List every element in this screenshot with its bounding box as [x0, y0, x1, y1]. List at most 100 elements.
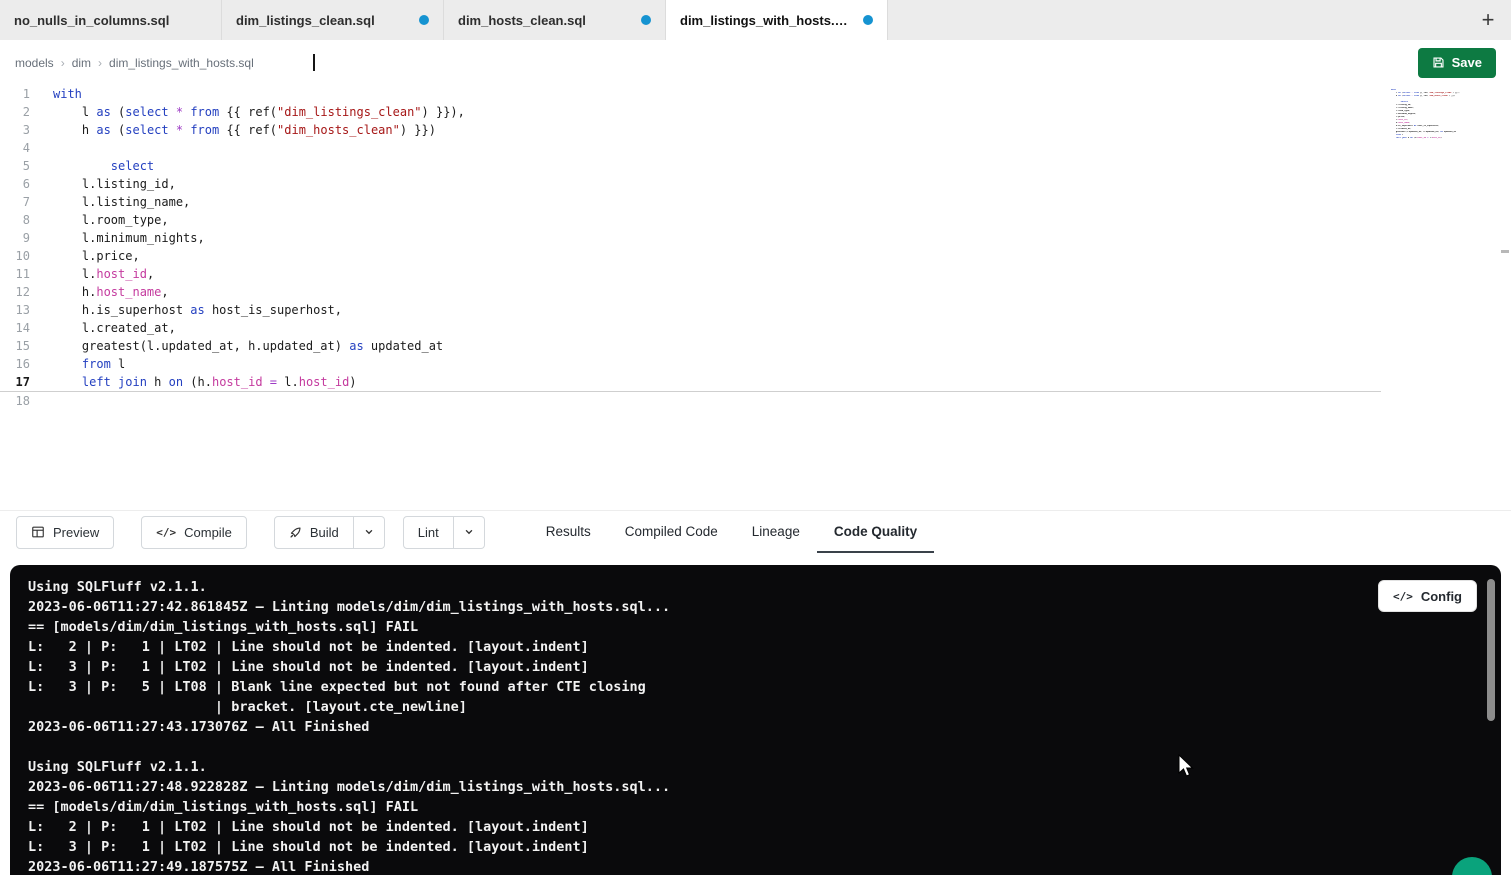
code-text: [30, 139, 53, 157]
code-line-5[interactable]: 5 select: [0, 157, 1511, 175]
terminal-output: Using SQLFluff v2.1.1.2023-06-06T11:27:4…: [10, 565, 1501, 875]
dbt-ide-window: no_nulls_in_columns.sql dim_listings_clea…: [0, 0, 1511, 875]
code-line-4[interactable]: 4: [0, 139, 1511, 157]
breadcrumb-segment[interactable]: dim_listings_with_hosts.sql: [109, 56, 254, 70]
compile-label: Compile: [184, 525, 232, 540]
build-dropdown-button[interactable]: [354, 516, 385, 549]
terminal-line: 2023-06-06T11:27:48.922828Z — Linting mo…: [28, 777, 1371, 797]
code-text: l.created_at,: [30, 319, 176, 337]
terminal-line: L: 2 | P: 1 | LT02 | Line should not be …: [28, 817, 1371, 837]
tab-label: dim_hosts_clean.sql: [458, 13, 586, 28]
tab-compiled-code[interactable]: Compiled Code: [608, 511, 735, 553]
code-line-10[interactable]: 10 l.price,: [0, 247, 1511, 265]
preview-label: Preview: [53, 525, 99, 540]
compile-button[interactable]: </> Compile: [141, 516, 247, 549]
code-text: from l: [30, 355, 125, 373]
unsaved-changes-icon: [641, 15, 651, 25]
line-number: 5: [0, 157, 30, 175]
code-line-12[interactable]: 12 h.host_name,: [0, 283, 1511, 301]
line-number: 3: [0, 121, 30, 139]
code-text: h.is_superhost as host_is_superhost,: [30, 301, 342, 319]
terminal-line: Using SQLFluff v2.1.1.: [28, 577, 1371, 597]
code-text: h as (select * from {{ ref("dim_hosts_cl…: [30, 121, 436, 139]
code-line-18[interactable]: 18: [0, 392, 1511, 410]
preview-button[interactable]: Preview: [16, 516, 114, 549]
terminal-line: Using SQLFluff v2.1.1.: [28, 757, 1371, 777]
editor-tabs: no_nulls_in_columns.sql dim_listings_clea…: [0, 0, 1465, 40]
breadcrumb-separator: ›: [98, 56, 102, 70]
code-text: l.room_type,: [30, 211, 169, 229]
code-line-15[interactable]: 15 greatest(l.updated_at, h.updated_at) …: [0, 337, 1511, 355]
tab-dim_listings_with_hosts.sql[interactable]: dim_listings_with_hosts.sql: [666, 0, 888, 40]
code-text: select: [30, 157, 154, 175]
code-line-13[interactable]: 13 h.is_superhost as host_is_superhost,: [0, 301, 1511, 319]
terminal-scrollbar-thumb[interactable]: [1487, 579, 1495, 721]
code-text: l.price,: [30, 247, 140, 265]
code-text: l.host_id,: [30, 265, 154, 283]
tab-results[interactable]: Results: [529, 511, 608, 553]
plus-icon: +: [1482, 7, 1495, 33]
file-header: models › dim › dim_listings_with_hosts.sql S…: [0, 40, 1511, 85]
code-line-1[interactable]: 1with: [0, 85, 1511, 103]
code-text: [30, 392, 53, 410]
tab-code-quality[interactable]: Code Quality: [817, 511, 934, 553]
code-line-6[interactable]: 6 l.listing_id,: [0, 175, 1511, 193]
line-number: 2: [0, 103, 30, 121]
line-number: 13: [0, 301, 30, 319]
terminal-line: == [models/dim/dim_listings_with_hosts.s…: [28, 617, 1371, 637]
code-line-11[interactable]: 11 l.host_id,: [0, 265, 1511, 283]
code-text: h.host_name,: [30, 283, 169, 301]
save-icon: [1432, 56, 1445, 69]
new-tab-button[interactable]: +: [1465, 0, 1511, 40]
terminal-line: | bracket. [layout.cte_newline]: [28, 697, 1371, 717]
tab-no_nulls_in_columns.sql[interactable]: no_nulls_in_columns.sql: [0, 0, 222, 40]
tab-label: no_nulls_in_columns.sql: [14, 13, 169, 28]
code-line-7[interactable]: 7 l.listing_name,: [0, 193, 1511, 211]
code-line-16[interactable]: 16 from l: [0, 355, 1511, 373]
code-text: l.listing_id,: [30, 175, 176, 193]
terminal-line: L: 2 | P: 1 | LT02 | Line should not be …: [28, 637, 1371, 657]
terminal-line: 2023-06-06T11:27:49.187575Z — All Finish…: [28, 857, 1371, 875]
code-line-17[interactable]: 17 left join h on (h.host_id = l.host_id…: [0, 373, 1381, 392]
config-button[interactable]: </> Config: [1378, 580, 1477, 612]
terminal-line: == [models/dim/dim_listings_with_hosts.s…: [28, 797, 1371, 817]
lint-button[interactable]: Lint: [403, 516, 454, 549]
minimap-line: h as (select * from {{ ref("dim_hosts_cl…: [1391, 95, 1463, 98]
chevron-down-icon: [464, 527, 474, 537]
code-text: left join h on (h.host_id = l.host_id): [30, 373, 357, 391]
lint-dropdown-button[interactable]: [454, 516, 485, 549]
save-button[interactable]: Save: [1418, 48, 1496, 78]
line-number: 17: [0, 373, 30, 391]
minimap[interactable]: with l as (select * from {{ ref("dim_lis…: [1391, 89, 1463, 143]
unsaved-changes-icon: [419, 15, 429, 25]
build-label: Build: [310, 525, 339, 540]
code-line-14[interactable]: 14 l.created_at,: [0, 319, 1511, 337]
line-number: 12: [0, 283, 30, 301]
breadcrumb-separator: ›: [61, 56, 65, 70]
tab-dim_hosts_clean.sql[interactable]: dim_hosts_clean.sql: [444, 0, 666, 40]
tab-dim_listings_clean.sql[interactable]: dim_listings_clean.sql: [222, 0, 444, 40]
line-number: 18: [0, 392, 30, 410]
code-line-8[interactable]: 8 l.room_type,: [0, 211, 1511, 229]
line-number: 8: [0, 211, 30, 229]
code-line-2[interactable]: 2 l as (select * from {{ ref("dim_listin…: [0, 103, 1511, 121]
line-number: 16: [0, 355, 30, 373]
tab-lineage[interactable]: Lineage: [735, 511, 817, 553]
line-number: 10: [0, 247, 30, 265]
terminal-line: L: 3 | P: 1 | LT02 | Line should not be …: [28, 837, 1371, 857]
terminal-scrollbar[interactable]: [1487, 573, 1495, 867]
code-editor[interactable]: 1with2 l as (select * from {{ ref("dim_l…: [0, 85, 1511, 510]
chevron-down-icon: [364, 527, 374, 537]
action-toolbar: Preview </> Compile Build: [0, 510, 1511, 553]
breadcrumb-segment[interactable]: models: [15, 56, 54, 70]
build-split-button: Build: [274, 516, 385, 549]
code-text: l.listing_name,: [30, 193, 190, 211]
code-line-3[interactable]: 3 h as (select * from {{ ref("dim_hosts_…: [0, 121, 1511, 139]
result-tabs: ResultsCompiled CodeLineageCode Quality: [529, 511, 934, 553]
code-line-9[interactable]: 9 l.minimum_nights,: [0, 229, 1511, 247]
breadcrumb-segment[interactable]: dim: [72, 56, 91, 70]
build-button[interactable]: Build: [274, 516, 354, 549]
save-label: Save: [1452, 55, 1482, 70]
code-text: l as (select * from {{ ref("dim_listings…: [30, 103, 465, 121]
minimap-line: [1391, 140, 1463, 143]
